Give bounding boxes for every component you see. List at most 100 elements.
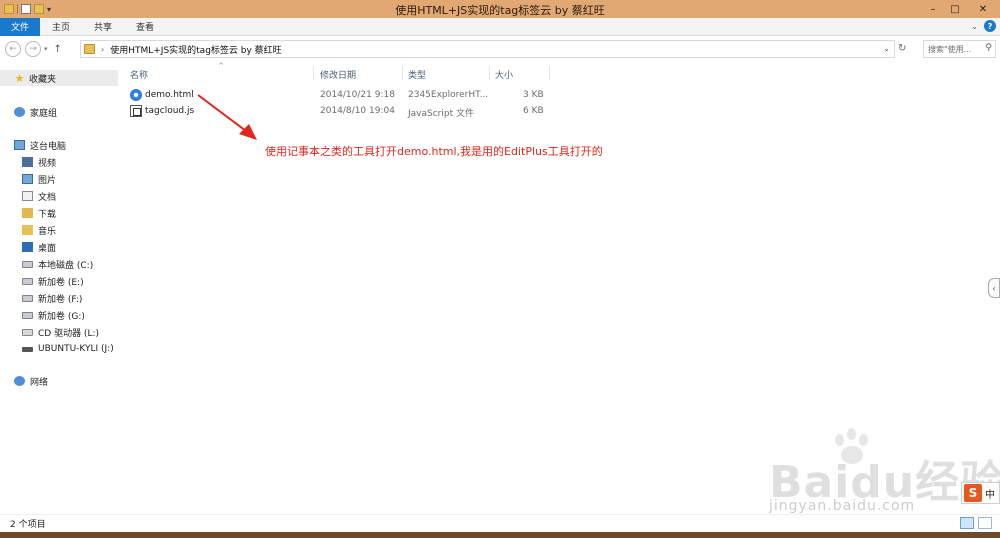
status-bar: 2 个项目 — [0, 514, 1000, 532]
column-header-name[interactable]: 名称 — [130, 68, 148, 81]
expand-ribbon-icon[interactable]: ⌄ — [971, 22, 978, 31]
maximize-button[interactable]: □ — [944, 0, 966, 18]
ribbon-tabs: 文件 主页 共享 查看 ⌄ ? — [0, 17, 1000, 36]
column-divider[interactable] — [402, 66, 403, 80]
file-date: 2014/10/21 9:18 — [320, 90, 395, 100]
ime-toolbar[interactable]: S 中 — [961, 482, 1000, 504]
navigation-bar: ← → ▾ ↑ › 使用HTML+JS实现的tag标签云 by 蔡红旺 ⌄ ↻ … — [0, 37, 1000, 61]
sidebar-item-videos[interactable]: 视频 — [0, 154, 56, 170]
sidebar-item-drive-j[interactable]: UBUNTU-KYLI (J:) — [0, 341, 114, 357]
column-header-size[interactable]: 大小 — [495, 68, 513, 81]
file-name[interactable]: demo.html — [145, 90, 194, 100]
refresh-button[interactable]: ↻ — [898, 43, 906, 54]
usb-drive-icon — [22, 346, 33, 352]
sidebar-item-label: 下载 — [38, 209, 57, 220]
sidebar-item-drive-l[interactable]: CD 驱动器 (L:) — [0, 324, 99, 340]
ime-language-indicator[interactable]: 中 — [985, 486, 995, 501]
taskbar — [0, 532, 1000, 538]
sidebar-item-label: CD 驱动器 (L:) — [38, 328, 100, 339]
search-icon[interactable]: ⚲ — [985, 43, 992, 53]
column-divider[interactable] — [313, 66, 314, 80]
search-input[interactable]: 搜索"使用... ⚲ — [923, 40, 996, 58]
expand-pane-icon[interactable]: ‹ — [988, 278, 1000, 298]
cd-drive-icon — [22, 328, 33, 336]
address-dropdown-icon[interactable]: ⌄ — [883, 44, 890, 53]
sidebar-item-label: 音乐 — [38, 226, 57, 237]
column-divider[interactable] — [549, 66, 550, 80]
sidebar-item-pictures[interactable]: 图片 — [0, 171, 56, 187]
hard-drive-icon — [22, 294, 33, 302]
sidebar-item-label: 新加卷 (G:) — [38, 311, 85, 322]
watermark-url-text: jingyan.baidu.com — [769, 498, 916, 514]
up-button[interactable]: ↑ — [54, 44, 62, 55]
back-button[interactable]: ← — [5, 41, 21, 57]
tab-home[interactable]: 主页 — [40, 18, 82, 36]
pictures-icon — [22, 174, 33, 184]
recent-locations-dropdown[interactable]: ▾ — [44, 45, 48, 53]
large-icons-view-icon[interactable] — [978, 517, 992, 529]
sidebar-item-label: 这台电脑 — [30, 141, 67, 152]
sogou-logo-icon[interactable]: S — [964, 484, 982, 502]
item-count: 2 个项目 — [10, 520, 46, 530]
file-type: JavaScript 文件 — [408, 109, 474, 119]
sidebar-item-desktop[interactable]: 桌面 — [0, 239, 56, 255]
sidebar-item-network[interactable]: 网络 — [0, 373, 48, 389]
address-bar[interactable]: › 使用HTML+JS实现的tag标签云 by 蔡红旺 ⌄ — [80, 40, 895, 58]
window-title: 使用HTML+JS实现的tag标签云 by 蔡红旺 — [395, 4, 605, 17]
sidebar-item-drive-e[interactable]: 新加卷 (E:) — [0, 273, 84, 289]
tab-share[interactable]: 共享 — [82, 18, 124, 36]
search-placeholder: 搜索"使用... — [928, 44, 972, 54]
file-row-demo-html[interactable]: demo.html 2014/10/21 9:18 2345ExplorerHT… — [126, 87, 546, 103]
hard-drive-icon — [22, 277, 33, 285]
tab-file[interactable]: 文件 — [0, 17, 41, 36]
sidebar-item-label: 新加卷 (F:) — [38, 294, 83, 305]
file-row-tagcloud-js[interactable]: tagcloud.js 2014/8/10 19:04 JavaScript 文… — [126, 103, 546, 119]
sidebar-item-label: 文档 — [38, 192, 57, 203]
breadcrumb-chevron-icon[interactable]: › — [101, 45, 104, 54]
help-icon[interactable]: ? — [984, 20, 996, 32]
sidebar-item-drive-f[interactable]: 新加卷 (F:) — [0, 290, 82, 306]
minimize-button[interactable]: – — [922, 0, 944, 18]
annotation-text: 使用记事本之类的工具打开demo.html,我是用的EditPlus工具打开的 — [265, 145, 603, 158]
close-button[interactable]: ✕ — [966, 0, 1000, 18]
documents-icon — [22, 191, 33, 201]
details-view-icon[interactable] — [960, 517, 974, 529]
hard-drive-icon — [22, 311, 33, 319]
column-header-type[interactable]: 类型 — [408, 68, 426, 81]
column-header-date[interactable]: 修改日期 — [320, 68, 356, 81]
sidebar-item-label: 图片 — [38, 175, 57, 186]
baidu-jingyan-watermark: Baidu经验 jingyan.baidu.com — [755, 428, 1000, 518]
sort-ascending-icon: ^ — [218, 62, 224, 70]
sidebar-item-documents[interactable]: 文档 — [0, 188, 56, 204]
window-controls: – □ ✕ — [922, 0, 1000, 18]
sidebar-item-drive-c[interactable]: 本地磁盘 (C:) — [0, 256, 93, 272]
file-size: 3 KB — [523, 90, 544, 100]
file-date: 2014/8/10 19:04 — [320, 106, 395, 116]
sidebar-item-favorites[interactable]: ★ 收藏夹 — [0, 70, 118, 86]
file-size: 6 KB — [523, 106, 544, 116]
file-name[interactable]: tagcloud.js — [145, 106, 194, 116]
sidebar-item-drive-g[interactable]: 新加卷 (G:) — [0, 307, 85, 323]
desktop-icon — [22, 242, 33, 252]
sidebar-item-downloads[interactable]: 下载 — [0, 205, 56, 221]
homegroup-icon — [14, 107, 25, 117]
forward-button[interactable]: → — [25, 41, 41, 57]
navigation-pane: ★ 收藏夹 家庭组 这台电脑 视频 图片 文档 下载 音乐 桌面 本地磁盘 (C… — [0, 62, 118, 514]
breadcrumb[interactable]: 使用HTML+JS实现的tag标签云 by 蔡红旺 — [110, 43, 281, 56]
file-type: 2345ExplorerHT... — [408, 90, 489, 100]
sidebar-item-label: 新加卷 (E:) — [38, 277, 84, 288]
sidebar-item-label: 网络 — [30, 377, 49, 388]
js-icon — [130, 105, 142, 117]
computer-icon — [14, 140, 25, 150]
star-icon: ★ — [14, 71, 25, 85]
music-icon — [22, 225, 33, 235]
column-divider[interactable] — [489, 66, 490, 80]
sidebar-item-label: 本地磁盘 (C:) — [38, 260, 94, 271]
sidebar-item-music[interactable]: 音乐 — [0, 222, 56, 238]
sidebar-item-this-pc[interactable]: 这台电脑 — [0, 137, 66, 153]
annotation-arrow-icon — [197, 94, 257, 140]
video-icon — [22, 157, 33, 167]
tab-view[interactable]: 查看 — [124, 18, 166, 36]
sidebar-item-homegroup[interactable]: 家庭组 — [0, 104, 57, 120]
sidebar-item-label: 家庭组 — [30, 108, 58, 119]
